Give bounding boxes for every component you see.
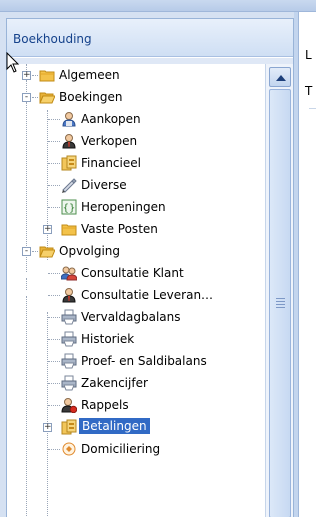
user-dark-icon: [62, 134, 76, 149]
printer-icon: [61, 331, 77, 347]
tree-item-financieel[interactable]: Financieel: [7, 152, 267, 174]
tree-item-zakencijfer[interactable]: Zakencijfer: [7, 372, 267, 394]
tree-item-heropeningen[interactable]: {} Heropeningen: [7, 196, 267, 218]
tree-item-label: Zakencijfer: [81, 376, 148, 390]
content-divider: [309, 108, 316, 109]
tree-item-label: Proef- en Saldibalans: [81, 354, 207, 368]
tree-item-betalingen[interactable]: + Betalingen: [7, 416, 267, 438]
tree-item-label: Consultatie Klant: [81, 266, 184, 280]
brackets-icon: {}: [61, 199, 77, 215]
scroll-thumb[interactable]: [269, 89, 291, 517]
mouse-cursor-icon: [6, 52, 20, 73]
tree-scrollbar[interactable]: [265, 64, 293, 517]
tree-item-label: Algemeen: [59, 68, 120, 82]
printer-icon: [61, 353, 77, 369]
tree-item-label: Rappels: [81, 398, 129, 412]
folder-open-icon: [39, 246, 55, 258]
collapse-icon[interactable]: -: [22, 247, 31, 256]
tree-item-domiciliering[interactable]: Domiciliering: [7, 438, 267, 460]
app-window: Boekhouding + Algemeen - Boekingen Aanko…: [0, 0, 316, 517]
arrow-up-icon: [276, 75, 286, 81]
tree-item-consultatie-leverancier[interactable]: Consultatie Leveran…: [7, 284, 267, 306]
tree-item-label: Verkopen: [81, 134, 138, 148]
expand-icon[interactable]: +: [22, 71, 31, 80]
tree-item-historiek[interactable]: Historiek: [7, 328, 267, 350]
tree-item-label: Vervaldagbalans: [81, 310, 181, 324]
tree-item-label-selected: Betalingen: [79, 418, 150, 434]
top-toolbar-strip: [0, 0, 316, 12]
domicile-icon: [62, 442, 76, 456]
tree-item-vaste-posten[interactable]: + Vaste Posten: [7, 218, 267, 240]
content-label-second: T: [305, 84, 313, 98]
tree-item-label: Opvolging: [59, 244, 121, 258]
tree-item-label: Domiciliering: [81, 442, 161, 456]
navigation-panel: Boekhouding + Algemeen - Boekingen Aanko…: [6, 18, 294, 517]
folder-open-icon: [39, 92, 55, 104]
tree-item-proef-en-saldibalans[interactable]: Proef- en Saldibalans: [7, 350, 267, 372]
tree-item-label: Diverse: [81, 178, 127, 192]
tree-item-boekingen[interactable]: - Boekingen: [7, 86, 267, 108]
user-blue-icon: [62, 112, 76, 127]
tree-item-consultatie-klant[interactable]: Consultatie Klant: [7, 262, 267, 284]
tree-item-opvolging[interactable]: - Opvolging: [7, 240, 267, 262]
user-dark-icon: [62, 288, 76, 303]
expand-icon[interactable]: +: [43, 225, 52, 234]
navigation-tree: + Algemeen - Boekingen Aankopen Verkopen…: [7, 64, 267, 517]
svg-text:{}: {}: [63, 203, 76, 214]
tree-item-aankopen[interactable]: Aankopen: [7, 108, 267, 130]
pen-icon: [62, 178, 77, 193]
panel-header[interactable]: Boekhouding: [7, 19, 293, 57]
tree-item-rappels[interactable]: Rappels: [7, 394, 267, 416]
content-pane: L T: [298, 12, 316, 517]
tree-item-algemeen[interactable]: + Algemeen: [7, 64, 267, 86]
bank-icon: [61, 155, 77, 171]
expand-icon[interactable]: +: [43, 423, 52, 432]
panel-title: Boekhouding: [13, 32, 92, 46]
users-icon: [61, 266, 77, 281]
tree-item-label: Vaste Posten: [81, 222, 158, 236]
tree-item-vervaldagbalans[interactable]: Vervaldagbalans: [7, 306, 267, 328]
tree-item-verkopen[interactable]: Verkopen: [7, 130, 267, 152]
content-label-top: L: [305, 48, 312, 62]
bank-icon: [61, 419, 77, 435]
tree-item-diverse[interactable]: Diverse: [7, 174, 267, 196]
user-alert-icon: [61, 398, 77, 413]
printer-icon: [61, 309, 77, 325]
tree-item-label: Heropeningen: [81, 200, 166, 214]
tree-item-label: Consultatie Leveran…: [81, 288, 214, 302]
scroll-up-button[interactable]: [269, 67, 291, 87]
tree-item-label: Financieel: [81, 156, 141, 170]
printer-icon: [61, 375, 77, 391]
tree-item-label: Historiek: [81, 332, 135, 346]
tree-item-label: Boekingen: [59, 90, 123, 104]
collapse-icon[interactable]: -: [22, 93, 31, 102]
tree-item-label: Aankopen: [81, 112, 141, 126]
folder-icon: [61, 224, 77, 236]
folder-icon: [39, 70, 55, 82]
